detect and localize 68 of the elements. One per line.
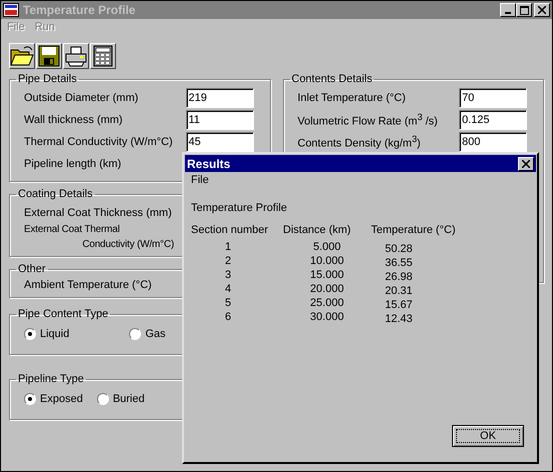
input-field[interactable]: 70 (459, 88, 527, 108)
column-header: Distance (km) (283, 224, 352, 238)
close-button[interactable] (518, 156, 534, 170)
field-label: Pipeline length (km) (24, 158, 122, 170)
field-label: Thermal Conductivity (W/m°C) (24, 136, 173, 148)
table-cell-text: 3 (224, 269, 232, 283)
table-cell-text: 4 (224, 283, 232, 297)
menu-item[interactable]: File (191, 174, 209, 186)
table-cell-text: 20.000 (309, 283, 345, 297)
field-label: Volumetric Flow Rate (m$^{3}$ /s) (298, 112, 438, 128)
radio-button[interactable] (24, 328, 36, 340)
minimize-button[interactable] (500, 3, 516, 17)
radio-button[interactable] (96, 393, 109, 405)
open-folder-icon[interactable] (9, 43, 35, 69)
radio-label: Buried (112, 393, 145, 405)
input-field[interactable]: 45 (186, 132, 254, 152)
maximize-button[interactable] (516, 3, 532, 17)
input-field[interactable]: 11 (186, 110, 254, 130)
table-cell-text: 26.98 (384, 270, 414, 283)
results-heading: Temperature Profile (190, 201, 288, 216)
calculator-icon[interactable] (90, 43, 116, 69)
column-header: Temperature (°C) (371, 224, 456, 238)
column-header: Section number (191, 224, 270, 238)
field-label: Outside Diameter (mm) (24, 92, 138, 104)
field-label: Inlet Temperature (°C) (298, 92, 406, 104)
field-label: Ambient Temperature (°C) (24, 279, 152, 291)
input-field[interactable]: 800 (459, 132, 527, 152)
close-icon (538, 6, 546, 14)
table-cell-text: 2 (224, 255, 232, 269)
group-title: Coating Details (17, 188, 94, 200)
table-cell-text: 10.000 (309, 255, 345, 269)
table-cell-text: 50.28 (384, 242, 414, 255)
table-cell-text: 5 (224, 297, 232, 311)
radio-button[interactable] (24, 393, 36, 405)
table-cell-text: 1 (224, 241, 232, 255)
floppy-disk-icon[interactable] (36, 43, 62, 69)
dialog-title: Results (187, 156, 230, 170)
close-button[interactable] (534, 3, 550, 17)
radio-button[interactable] (129, 328, 142, 340)
table-cell-text: 30.000 (309, 311, 345, 325)
field-label: External Coat Thermal Conductivity (W/m°C) (24, 223, 174, 252)
field-label: External Coat Thickness (mm) (24, 207, 172, 219)
table-cell-text: 15.67 (384, 298, 414, 311)
table-cell-text: 5.000 (312, 241, 342, 255)
printer-icon[interactable] (63, 43, 89, 69)
field-label: Contents Density (kg/m$^{3}$) (298, 134, 421, 150)
table-cell-text: 20.31 (384, 284, 414, 297)
maximize-icon (520, 6, 528, 14)
radio-label: Gas (145, 328, 166, 340)
table-cell-text: 36.55 (384, 256, 414, 269)
table-cell-text: 6 (224, 311, 232, 325)
field-label: Wall thickness (mm) (24, 114, 123, 126)
table-cell-text: 12.43 (384, 312, 414, 325)
radio-label: Liquid (40, 328, 70, 340)
input-field[interactable]: 219 (186, 88, 254, 108)
group-title: Pipe Details (17, 73, 78, 85)
group-title: Pipeline Type (17, 373, 85, 385)
app-icon (3, 3, 19, 17)
table-cell-text: 25.000 (309, 297, 345, 311)
group-title: Contents Details (290, 73, 374, 85)
group-title: Other (17, 263, 47, 275)
window-title: Temperature Profile (23, 3, 136, 17)
radio-label: Exposed (40, 393, 83, 405)
close-icon (522, 160, 530, 168)
input-field[interactable]: 0.125 (459, 110, 527, 130)
ok-button[interactable]: OK (452, 425, 524, 447)
table-cell-text: 15.000 (309, 269, 345, 283)
group-title: Pipe Content Type (17, 308, 110, 320)
